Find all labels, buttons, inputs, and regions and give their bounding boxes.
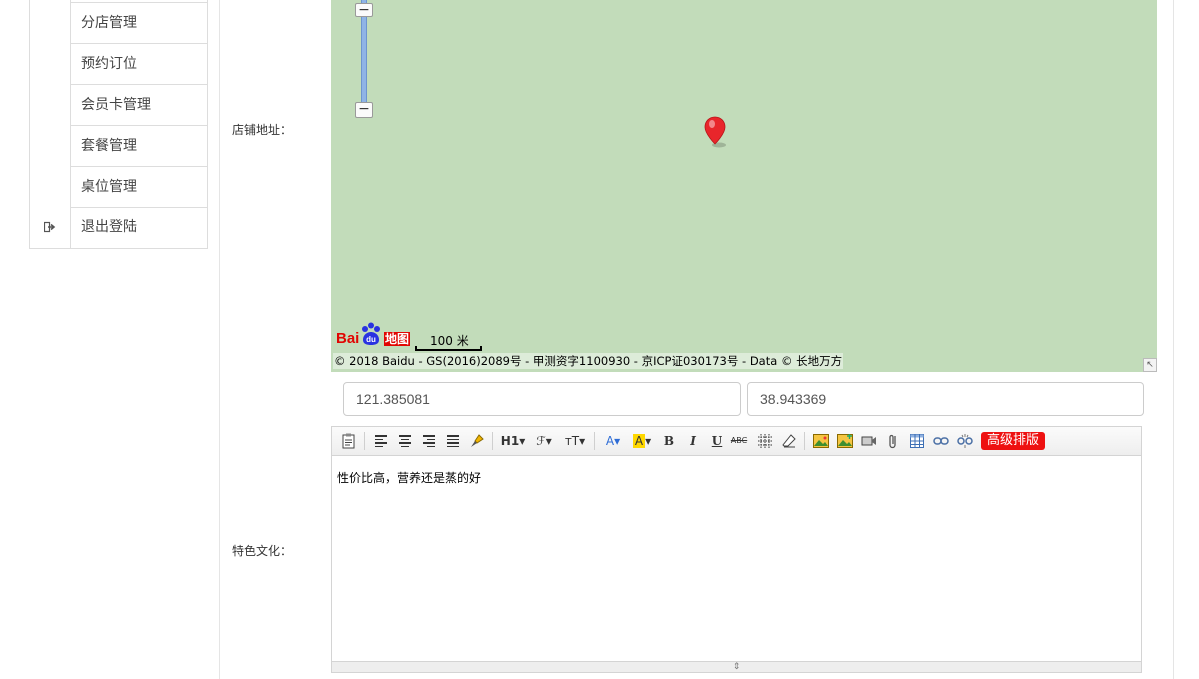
- font-family-dropdown[interactable]: ℱ▾: [532, 432, 556, 450]
- toolbar-separator: [364, 432, 365, 450]
- align-right-icon[interactable]: [420, 432, 438, 450]
- sidebar-item-branch[interactable]: 分店管理: [71, 3, 208, 44]
- main-panel-border-left: [219, 0, 220, 679]
- sign-out-icon: [30, 207, 71, 248]
- advanced-layout-button[interactable]: 高级排版: [981, 432, 1046, 450]
- editor-resize-handle[interactable]: ⇕: [332, 661, 1141, 672]
- italic-button[interactable]: I: [684, 432, 702, 450]
- font-size-label: тT: [564, 434, 580, 448]
- heading-dropdown[interactable]: H1▾: [500, 432, 526, 450]
- format-brush-icon[interactable]: [468, 432, 486, 450]
- align-left-icon[interactable]: [372, 432, 390, 450]
- map-widget[interactable]: − − Bai du 地图 100 米 © 2018 Baidu - GS(20…: [331, 0, 1157, 372]
- logout-label: 退出登陆: [81, 219, 137, 235]
- map-expand-icon[interactable]: ↖: [1143, 358, 1157, 372]
- zoom-in-button[interactable]: −: [355, 3, 373, 17]
- main-panel-border-right: [1173, 0, 1174, 679]
- latitude-input[interactable]: [747, 382, 1144, 416]
- heading-label: H1: [500, 434, 520, 448]
- strikethrough-button[interactable]: ABC: [730, 432, 748, 450]
- culture-label: 特色文化：: [232, 544, 293, 558]
- highlight-color-dropdown[interactable]: A ▾: [630, 432, 654, 450]
- sidebar-item-logout[interactable]: 退出登陆: [30, 207, 208, 248]
- toolbar-separator: [594, 432, 595, 450]
- align-center-icon[interactable]: [396, 432, 414, 450]
- address-label: 店铺地址：: [232, 123, 293, 137]
- sidebar-item-table[interactable]: 桌位管理: [71, 167, 208, 208]
- sidebar-item-label: 桌位管理: [81, 179, 137, 195]
- eraser-icon[interactable]: [780, 432, 798, 450]
- paste-icon[interactable]: [340, 432, 358, 450]
- table-grid-icon[interactable]: [756, 432, 774, 450]
- sidebar-item-membership-card[interactable]: 会员卡管理: [71, 85, 208, 126]
- sidebar-menu: 分店管理 预约订位 会员卡管理 套餐管理 桌位管理 退出登陆: [29, 0, 208, 249]
- rich-text-editor: H1▾ ℱ▾ тT▾ A▾ A ▾ B I U ABC 高级排版 性价比高，营养…: [331, 426, 1142, 673]
- insert-image-icon[interactable]: [812, 432, 830, 450]
- underline-button[interactable]: U: [708, 432, 726, 450]
- attachment-icon[interactable]: [884, 432, 902, 450]
- sidebar-item-label: 会员卡管理: [81, 97, 151, 113]
- baidu-du-text: du: [366, 335, 376, 344]
- toolbar-separator: [492, 432, 493, 450]
- longitude-input[interactable]: [343, 382, 741, 416]
- toolbar-separator: [804, 432, 805, 450]
- font-size-dropdown[interactable]: тT▾: [562, 432, 588, 450]
- font-color-label: A: [605, 434, 615, 448]
- insert-multi-image-icon[interactable]: [836, 432, 854, 450]
- map-scale-bar: [415, 346, 482, 351]
- map-copyright: © 2018 Baidu - GS(2016)2089号 - 甲测资字11009…: [333, 353, 844, 369]
- baidu-map-logo: Bai du 地图: [334, 320, 410, 348]
- font-family-label: ℱ: [536, 434, 546, 448]
- sidebar-item-label: 分店管理: [81, 15, 137, 31]
- bold-button[interactable]: B: [660, 432, 678, 450]
- sidebar-item-label: 套餐管理: [81, 138, 137, 154]
- highlight-label: A: [632, 434, 646, 448]
- zoom-out-button[interactable]: −: [355, 102, 373, 118]
- baidu-ditu-text: 地图: [384, 332, 410, 346]
- sidebar-icon-column: [30, 0, 71, 207]
- align-justify-icon[interactable]: [444, 432, 462, 450]
- baidu-logo-text: Bai: [336, 330, 360, 347]
- baidu-paw-icon: du: [362, 322, 380, 345]
- sidebar-item-package[interactable]: 套餐管理: [71, 126, 208, 167]
- insert-video-icon[interactable]: [860, 432, 878, 450]
- insert-table-icon[interactable]: [908, 432, 926, 450]
- editor-toolbar: H1▾ ℱ▾ тT▾ A▾ A ▾ B I U ABC 高级排版: [332, 427, 1141, 456]
- link-icon[interactable]: [932, 432, 950, 450]
- map-marker-icon[interactable]: [704, 116, 730, 148]
- sidebar-item-label: 预约订位: [81, 56, 137, 72]
- editor-text: 性价比高，营养还是蒸的好: [337, 471, 482, 485]
- sidebar-item-reservation[interactable]: 预约订位: [71, 44, 208, 85]
- unlink-icon[interactable]: [956, 432, 974, 450]
- editor-content-area[interactable]: 性价比高，营养还是蒸的好: [332, 457, 1141, 661]
- font-color-dropdown[interactable]: A▾: [602, 432, 624, 450]
